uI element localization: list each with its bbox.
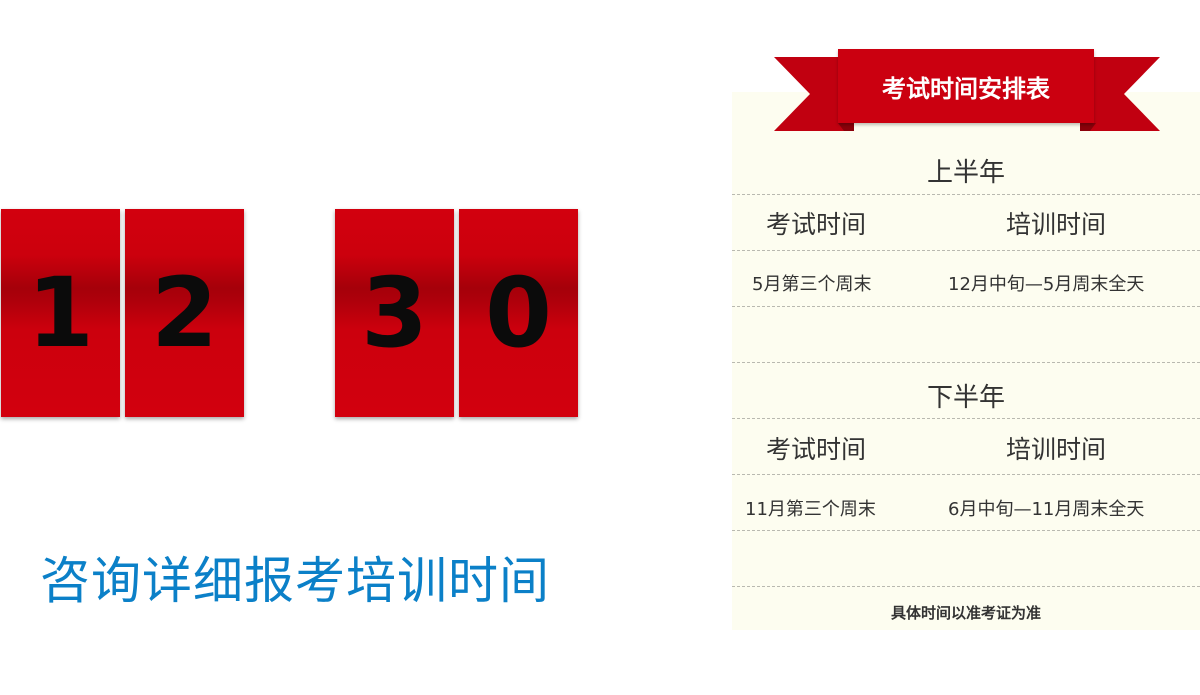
digit-value: 3 <box>361 257 428 369</box>
second-half-exam-header: 考试时间 <box>766 435 867 464</box>
first-half-exam-value: 5月第三个周末 <box>752 274 872 295</box>
second-half-training-value: 6月中旬—11月周末全天 <box>948 499 1145 520</box>
schedule-note: 具体时间以准考证为准 <box>890 604 1041 622</box>
consult-heading: 咨询详细报考培训时间 <box>40 552 550 610</box>
divider <box>732 530 1200 531</box>
first-half-title: 上半年 <box>926 158 1005 188</box>
digit-value: 1 <box>27 257 94 369</box>
digit-value: 2 <box>151 257 218 369</box>
digit-tile-2: 2 <box>125 209 244 417</box>
digit-tile-3: 3 <box>335 209 454 417</box>
divider <box>732 250 1200 251</box>
digit-tile-4: 0 <box>459 209 578 417</box>
divider <box>732 418 1200 419</box>
divider <box>732 306 1200 307</box>
first-half-training-value: 12月中旬—5月周末全天 <box>948 274 1145 295</box>
divider <box>732 194 1200 195</box>
schedule-title-ribbon: 考试时间安排表 <box>838 49 1094 123</box>
second-half-exam-value: 11月第三个周末 <box>745 499 876 520</box>
second-half-title: 下半年 <box>926 383 1005 413</box>
second-half-training-header: 培训时间 <box>1006 435 1107 464</box>
first-half-training-header: 培训时间 <box>1006 210 1107 239</box>
schedule-title: 考试时间安排表 <box>882 74 1050 103</box>
digit-value: 0 <box>485 257 552 369</box>
divider <box>732 362 1200 363</box>
digit-tile-1: 1 <box>1 209 120 417</box>
divider <box>732 586 1200 587</box>
divider <box>732 474 1200 475</box>
first-half-exam-header: 考试时间 <box>766 210 867 239</box>
